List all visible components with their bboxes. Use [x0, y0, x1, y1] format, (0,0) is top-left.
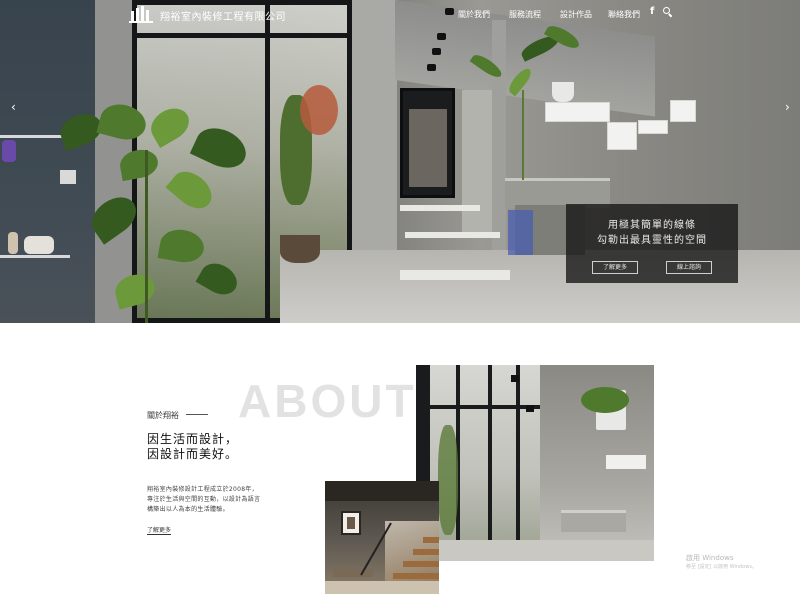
about-photo-large [416, 365, 654, 561]
spotlight-icon [432, 48, 441, 55]
about-learn-more-link[interactable]: 了解更多 [147, 525, 172, 535]
floor-light [400, 205, 480, 211]
about-photo-small [325, 481, 439, 594]
plant-stem [145, 150, 148, 323]
about-bg-word: ABOUT [238, 375, 417, 427]
hero-caption-line1: 用極其簡單的線條 [608, 220, 696, 231]
facebook-icon[interactable]: f [650, 6, 654, 18]
wall-shelf [545, 102, 610, 122]
hero-banner: 翔裕室內裝修工程有限公司 關於我們 服務流程 設計作品 聯絡我們 f ‹ › 用… [0, 0, 800, 323]
company-logo[interactable] [129, 6, 153, 23]
hero-consult-button[interactable]: 線上諮詢 [666, 261, 712, 274]
slider-next-arrow[interactable]: › [785, 100, 790, 114]
about-body-2: 專注於生活與空間的互動，以設計為語言 [147, 496, 261, 503]
floor-light [405, 232, 500, 238]
plant-pot [280, 235, 320, 263]
search-icon[interactable] [663, 7, 673, 18]
wall-outlet [60, 170, 76, 184]
about-body-3: 構築出以人為本的生活體驗。 [147, 506, 229, 513]
decor-figure [24, 236, 54, 254]
nav-contact[interactable]: 聯絡我們 [608, 9, 640, 20]
outdoor-tree [300, 85, 338, 135]
windows-activation-watermark: 啟用 Windows [686, 554, 734, 562]
spotlight-icon [437, 33, 446, 40]
about-headline-2: 因設計而美好。 [147, 447, 239, 461]
nav-process[interactable]: 服務流程 [509, 9, 541, 20]
decor-figure [8, 232, 18, 254]
decor-figure [2, 140, 16, 162]
nav-about[interactable]: 關於我們 [458, 9, 490, 20]
hero-caption-line2: 勾勒出最具靈性的空間 [597, 235, 707, 246]
hero-door [400, 88, 455, 198]
about-body-1: 翔裕室內裝修設計工程成立於2008年， [147, 486, 258, 493]
hero-shelf [0, 255, 70, 258]
nav-portfolio[interactable]: 設計作品 [560, 9, 592, 20]
hero-learn-more-button[interactable]: 了解更多 [592, 261, 638, 274]
plant-pot [552, 82, 574, 102]
about-tag-divider [186, 414, 208, 415]
floor-light [400, 270, 510, 280]
hero-caption-box: 用極其簡單的線條 勾勒出最具靈性的空間 了解更多 線上諮詢 [566, 204, 738, 283]
company-name[interactable]: 翔裕室內裝修工程有限公司 [160, 8, 286, 23]
slider-prev-arrow[interactable]: ‹ [11, 100, 16, 114]
spotlight-icon [427, 64, 436, 71]
hero-left-wall [0, 0, 95, 323]
hero-pillar [462, 90, 492, 235]
wall-shelf [670, 100, 696, 122]
hero-blue-panel [508, 210, 533, 255]
plant-stem [522, 90, 524, 180]
about-tag: 關於翔裕 [147, 411, 179, 420]
windows-activation-hint: 移至 [設定] 以啟用 Windows。 [686, 564, 757, 570]
hero-pillar [492, 20, 506, 250]
hero-shelf [0, 135, 70, 138]
wall-shelf [607, 122, 637, 150]
spotlight-icon [445, 8, 454, 15]
wall-shelf [638, 120, 668, 134]
